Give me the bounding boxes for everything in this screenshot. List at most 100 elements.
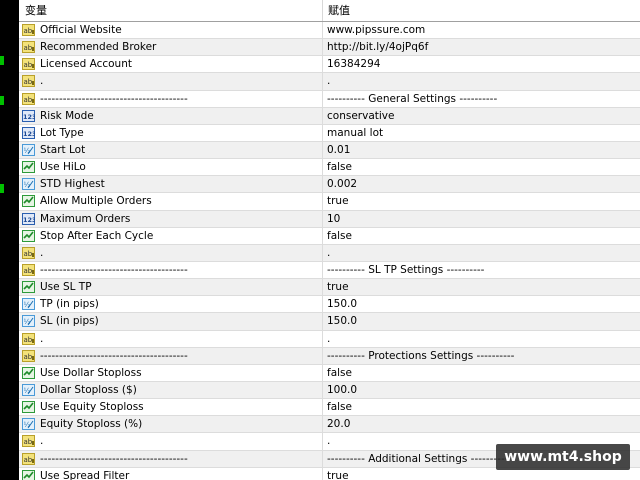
string-type-icon: ab — [22, 75, 35, 88]
table-header: 变量 赋值 — [19, 0, 640, 22]
table-row[interactable]: ab Recommended Broker http://bit.ly/4ojPq6… — [19, 39, 640, 57]
enum-type-icon: 123 — [22, 212, 35, 225]
value-cell[interactable]: . — [323, 75, 640, 87]
variable-cell[interactable]: Use HiLo — [19, 159, 323, 176]
table-row[interactable]: Use Dollar Stoploss false — [19, 364, 640, 382]
variable-cell[interactable]: ab. — [19, 330, 323, 347]
variable-name: Dollar Stoploss ($) — [40, 384, 137, 397]
table-row[interactable]: ½ STD Highest 0.002 — [19, 176, 640, 194]
table-row[interactable]: ab Licensed Account 16384294 — [19, 56, 640, 74]
table-row[interactable]: ½ TP (in pips) 150.0 — [19, 296, 640, 314]
double-type-icon: ½ — [22, 144, 35, 157]
table-row[interactable]: ab --------------------------------------… — [19, 90, 640, 108]
table-row[interactable]: ab.. — [19, 330, 640, 348]
variable-cell[interactable]: Use SL TP — [19, 279, 323, 296]
svg-text:ab: ab — [24, 78, 33, 86]
variable-cell[interactable]: ab. — [19, 433, 323, 450]
variable-cell[interactable]: Use Spread Filter — [19, 467, 323, 480]
variable-cell[interactable]: 123 Lot Type — [19, 124, 323, 141]
value-cell[interactable]: true — [323, 195, 640, 207]
value-cell[interactable]: 10 — [323, 213, 640, 225]
table-row[interactable]: ab Official Website www.pipssure.com — [19, 22, 640, 40]
variable-cell[interactable]: ab --------------------------------------… — [19, 90, 323, 107]
variable-cell[interactable]: ½ TP (in pips) — [19, 296, 323, 313]
variable-cell[interactable]: 123 Maximum Orders — [19, 210, 323, 227]
value-cell[interactable]: true — [323, 470, 640, 480]
table-row[interactable]: Use Equity Stoploss false — [19, 399, 640, 417]
variable-name: . — [40, 246, 44, 259]
variable-name: Stop After Each Cycle — [40, 229, 154, 242]
value-cell[interactable]: 16384294 — [323, 58, 640, 70]
value-cell[interactable]: conservative — [323, 110, 640, 122]
table-row[interactable]: 123 Maximum Orders 10 — [19, 210, 640, 228]
column-header-variable[interactable]: 变量 — [19, 0, 323, 21]
svg-text:½: ½ — [24, 421, 31, 429]
table-row[interactable]: ½ SL (in pips) 150.0 — [19, 313, 640, 331]
value-cell[interactable]: false — [323, 401, 640, 413]
variable-name: Lot Type — [40, 126, 84, 139]
column-header-value[interactable]: 赋值 — [323, 0, 640, 21]
variable-cell[interactable]: Allow Multiple Orders — [19, 193, 323, 210]
string-type-icon: ab — [22, 92, 35, 105]
watermark: www.mt4.shop — [496, 444, 630, 470]
value-cell[interactable]: false — [323, 367, 640, 379]
table-row[interactable]: ab --------------------------------------… — [19, 347, 640, 365]
table-row[interactable]: ½ Start Lot 0.01 — [19, 141, 640, 160]
svg-text:½: ½ — [24, 318, 31, 326]
value-cell[interactable]: false — [323, 161, 640, 173]
table-row[interactable]: ab.. — [19, 244, 640, 262]
value-cell[interactable]: true — [323, 281, 640, 293]
table-row[interactable]: Use SL TP true — [19, 279, 640, 297]
value-cell[interactable]: www.pipssure.com — [323, 24, 640, 36]
table-row[interactable]: Allow Multiple Orders true — [19, 193, 640, 211]
value-cell[interactable]: ---------- SL TP Settings ---------- — [323, 264, 640, 276]
table-row[interactable]: ab --------------------------------------… — [19, 261, 640, 280]
value-cell[interactable]: manual lot — [323, 127, 640, 139]
double-type-icon: ½ — [22, 178, 35, 191]
variable-cell[interactable]: ab --------------------------------------… — [19, 347, 323, 364]
value-cell[interactable]: 150.0 — [323, 315, 640, 327]
svg-text:½: ½ — [24, 387, 31, 395]
variable-cell[interactable]: ½ Start Lot — [19, 141, 323, 159]
variable-cell[interactable]: ab --------------------------------------… — [19, 261, 323, 279]
value-cell[interactable]: http://bit.ly/4ojPq6f — [323, 41, 640, 53]
value-cell[interactable]: . — [323, 333, 640, 345]
table-row[interactable]: Stop After Each Cycle false — [19, 227, 640, 245]
variable-cell[interactable]: ab --------------------------------------… — [19, 450, 323, 467]
strip-marker — [0, 96, 4, 105]
value-cell[interactable]: 0.01 — [323, 144, 640, 156]
variable-cell[interactable]: ab Recommended Broker — [19, 39, 323, 56]
variable-cell[interactable]: Use Dollar Stoploss — [19, 364, 323, 381]
value-cell[interactable]: ---------- General Settings ---------- — [323, 93, 640, 105]
table-row[interactable]: ½ Dollar Stoploss ($) 100.0 — [19, 381, 640, 400]
variable-cell[interactable]: ½ STD Highest — [19, 176, 323, 193]
table-row[interactable]: ab.. — [19, 73, 640, 91]
variable-cell[interactable]: ab Official Website — [19, 22, 323, 39]
variable-cell[interactable]: ab. — [19, 73, 323, 90]
value-cell[interactable]: ---------- Protections Settings --------… — [323, 350, 640, 362]
bool-type-icon — [22, 229, 35, 242]
variable-cell[interactable]: ½ Equity Stoploss (%) — [19, 416, 323, 433]
table-row[interactable]: 123 Lot Type manual lot — [19, 124, 640, 142]
value-cell[interactable]: 0.002 — [323, 178, 640, 190]
table-row[interactable]: 123 Risk Mode conservative — [19, 107, 640, 125]
variable-cell[interactable]: ab Licensed Account — [19, 56, 323, 73]
value-cell[interactable]: 20.0 — [323, 418, 640, 430]
bool-type-icon — [22, 401, 35, 414]
variable-name: Equity Stoploss (%) — [40, 418, 143, 431]
table-row[interactable]: ½ Equity Stoploss (%) 20.0 — [19, 416, 640, 434]
variable-cell[interactable]: ½ SL (in pips) — [19, 313, 323, 330]
table-row[interactable]: Use HiLo false — [19, 159, 640, 177]
variable-cell[interactable]: Stop After Each Cycle — [19, 227, 323, 244]
variable-name: Use Equity Stoploss — [40, 401, 144, 414]
variable-cell[interactable]: ab. — [19, 244, 323, 261]
variable-cell[interactable]: Use Equity Stoploss — [19, 399, 323, 416]
value-cell[interactable]: . — [323, 247, 640, 259]
value-cell[interactable]: 150.0 — [323, 298, 640, 310]
value-cell[interactable]: 100.0 — [323, 384, 640, 396]
variable-cell[interactable]: 123 Risk Mode — [19, 107, 323, 124]
variable-cell[interactable]: ½ Dollar Stoploss ($) — [19, 381, 323, 399]
variable-name: SL (in pips) — [40, 315, 99, 328]
value-cell[interactable]: false — [323, 230, 640, 242]
variable-name: --------------------------------------- — [40, 264, 188, 277]
